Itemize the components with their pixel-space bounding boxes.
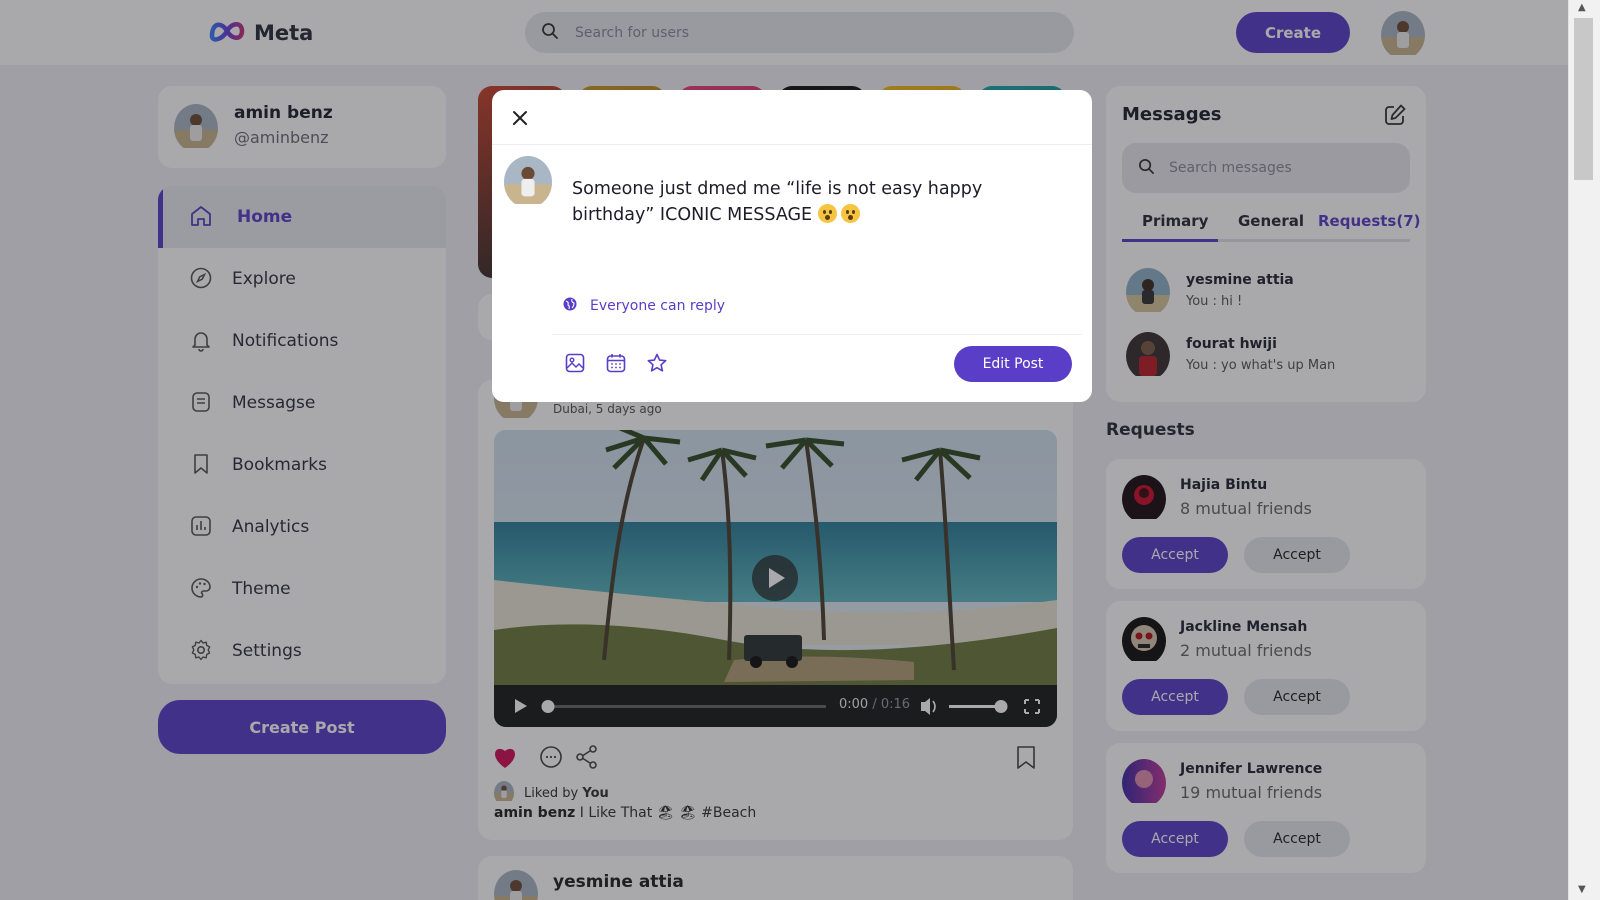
page-scrollbar[interactable]: ▲ ▼ — [1568, 0, 1600, 900]
post-text-editor[interactable]: Someone just dmed me “life is not easy h… — [572, 176, 1067, 228]
reply-setting-label: Everyone can reply — [590, 298, 726, 314]
scrollbar-thumb[interactable] — [1574, 18, 1593, 180]
edit-post-modal: Someone just dmed me “life is not easy h… — [492, 90, 1092, 402]
scroll-down-icon[interactable]: ▼ — [1578, 884, 1586, 895]
modal-divider — [552, 334, 1082, 335]
astonished-emoji-icon — [840, 204, 860, 223]
close-icon[interactable] — [508, 106, 532, 130]
edit-post-button[interactable]: Edit Post — [954, 346, 1072, 382]
composer-toolbar — [564, 352, 668, 374]
image-icon[interactable] — [564, 352, 586, 374]
author-avatar — [504, 156, 552, 208]
globe-icon — [562, 296, 578, 316]
calendar-icon[interactable] — [605, 352, 627, 374]
post-text: Someone just dmed me “life is not easy h… — [572, 179, 983, 225]
modal-header — [492, 90, 1092, 145]
star-icon[interactable] — [646, 352, 668, 374]
scroll-up-icon[interactable]: ▲ — [1578, 2, 1586, 13]
astonished-emoji-icon — [817, 204, 837, 223]
reply-setting[interactable]: Everyone can reply — [562, 296, 725, 316]
